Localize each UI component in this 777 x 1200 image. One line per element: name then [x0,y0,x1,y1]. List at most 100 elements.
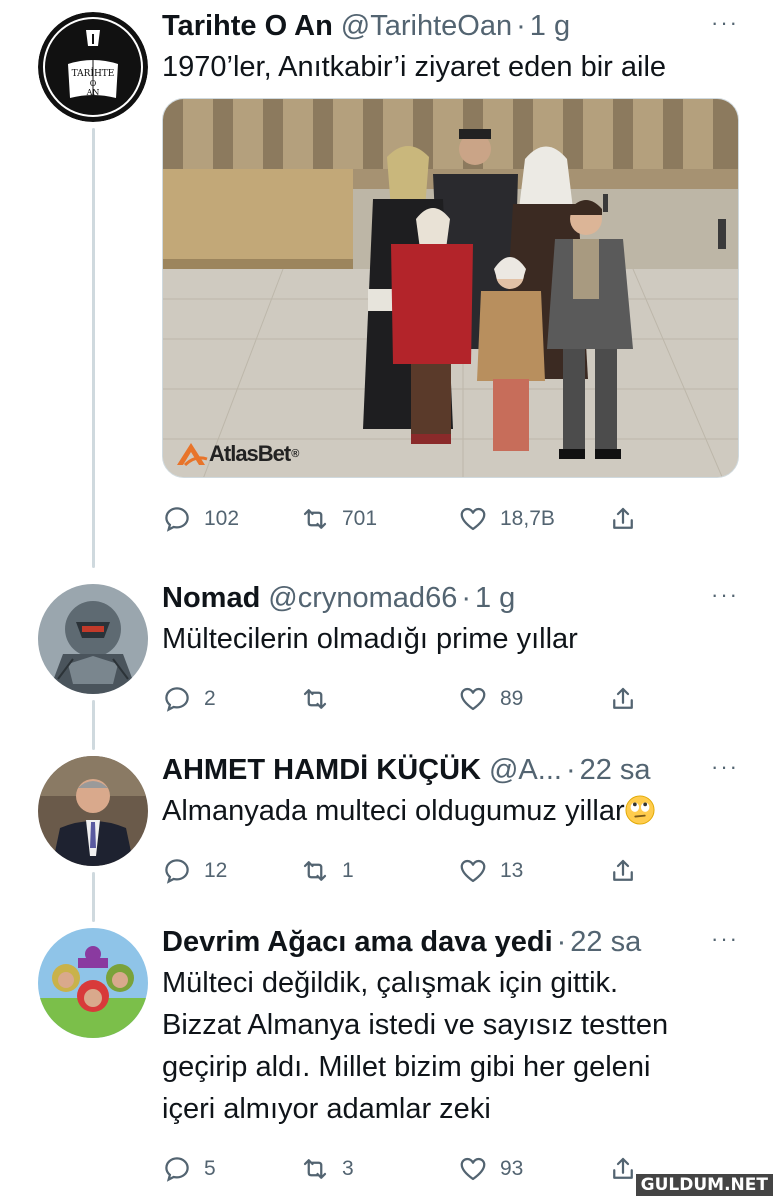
separator-dot: · [556,926,567,958]
reply-button[interactable]: 12 [162,854,227,888]
site-watermark: GULDUM.NET [635,1174,773,1196]
reply-count: 12 [204,859,228,882]
retweet-icon [300,684,330,714]
logo-text: TARİHTE [72,67,115,79]
tweet-photo[interactable]: AtlasBet ® [162,98,739,478]
share-icon [608,504,638,534]
tweet-text-line: içeri almıyor adamlar zeki [162,1093,491,1125]
more-icon[interactable]: ··· [711,928,739,950]
tweet-text: Mültecilerin olmadığı prime yıllar [162,623,578,655]
more-icon[interactable]: ··· [711,584,739,606]
avatar[interactable] [38,928,148,1038]
reply-icon [162,1154,192,1184]
timestamp[interactable]: 1 g [530,8,570,44]
like-icon [458,1154,488,1184]
retweet-button[interactable] [300,682,342,716]
logo-text: O [90,79,97,88]
share-button[interactable] [608,854,638,888]
tweet-text-wrapper: Almanyada multeci oldugumuz yillar [162,790,747,832]
tweet-text: 1970’ler, Anıtkabir’i ziyaret eden bir a… [162,51,667,83]
family-photo [163,99,738,477]
action-bar: 12 1 13 [162,854,642,888]
retweet-count: 701 [342,507,378,530]
handle[interactable]: @TarihteOan [341,8,512,44]
share-icon [608,1154,638,1184]
timestamp[interactable]: 22 sa [570,924,641,960]
tweet-text-line: Bizzat Almanya istedi ve sayısız testten [162,1009,669,1041]
retweet-count: 1 [342,859,354,882]
reply-count: 102 [204,507,240,530]
display-name[interactable]: Tarihte O An [162,8,333,44]
display-name[interactable]: AHMET HAMDİ KÜÇÜK [162,752,481,788]
share-button[interactable] [608,1152,638,1186]
tweet-header: Devrim Ağacı ama dava yedi · 22 sa [162,924,747,960]
like-count: 13 [500,859,524,882]
separator-dot: · [516,10,526,42]
watermark-reg: ® [291,448,299,460]
share-icon [608,856,638,886]
like-count: 93 [500,1157,524,1180]
timestamp[interactable]: 22 sa [580,752,651,788]
avatar[interactable]: TARİHTE O AN [38,12,148,122]
tweet-header: AHMET HAMDİ KÜÇÜK @A... · 22 sa [162,752,747,788]
watermark-text: AtlasBet [209,441,291,466]
like-icon [458,684,488,714]
atlasbet-logo-icon [177,443,208,467]
nomad-avatar-image [38,584,148,694]
separator-dot: · [565,754,576,786]
reply-button[interactable]: 102 [162,502,239,536]
like-count: 89 [500,687,524,710]
share-button[interactable] [608,502,638,536]
like-icon [458,504,488,534]
more-icon[interactable]: ··· [711,12,739,34]
display-name[interactable]: Nomad [162,580,260,616]
tweet-text-line: Mülteci değildik, çalışmak için gittik. [162,967,619,999]
reply-button[interactable]: 2 [162,682,216,716]
devrim-avatar-image [38,928,148,1038]
display-name[interactable]: Devrim Ağacı ama dava yedi [162,924,553,960]
reply-icon [162,856,192,886]
avatar[interactable] [38,756,148,866]
reply-icon [162,504,192,534]
reply-icon [162,684,192,714]
tweet-text: Almanyada multeci oldugumuz yillar [162,795,625,827]
retweet-icon [300,1154,330,1184]
reply-count: 2 [204,687,216,710]
action-bar: 5 3 93 [162,1152,642,1186]
tweet-text: Mülteci değildik, çalışmak için gittik. … [162,962,747,1130]
retweet-count: 3 [342,1157,354,1180]
thread-line [92,128,95,568]
retweet-button[interactable]: 701 [300,502,377,536]
thread-line [92,872,95,922]
retweet-button[interactable]: 3 [300,1152,354,1186]
handle[interactable]: @A... [489,752,562,788]
separator-dot: · [461,582,471,614]
thread-line [92,700,95,750]
tweet-header: Tarihte O An @TarihteOan · 1 g [162,8,747,44]
retweet-icon [300,856,330,886]
more-icon[interactable]: ··· [711,756,739,778]
ahmet-avatar-image [38,756,148,866]
share-button[interactable] [608,682,638,716]
avatar[interactable] [38,584,148,694]
share-icon [608,684,638,714]
reply-count: 5 [204,1157,216,1180]
logo-text: AN [86,88,100,97]
like-button[interactable]: 13 [458,854,523,888]
tweet-header: Nomad @crynomad66 · 1 g [162,580,747,616]
timestamp[interactable]: 1 g [475,580,515,616]
retweet-button[interactable]: 1 [300,854,354,888]
like-button[interactable]: 18,7B [458,502,555,536]
like-count: 18,7B [500,507,555,530]
action-bar: 2 89 [162,682,642,716]
action-bar: 102 701 18,7B [162,502,642,536]
retweet-icon [300,504,330,534]
eye-roll-emoji-icon [625,795,655,825]
like-button[interactable]: 93 [458,1152,523,1186]
atlasbet-watermark: AtlasBet ® [175,441,299,467]
reply-button[interactable]: 5 [162,1152,216,1186]
tweet-text-line: geçirip aldı. Millet bizim gibi her gele… [162,1051,651,1083]
like-icon [458,856,488,886]
handle[interactable]: @crynomad66 [268,580,457,616]
like-button[interactable]: 89 [458,682,523,716]
